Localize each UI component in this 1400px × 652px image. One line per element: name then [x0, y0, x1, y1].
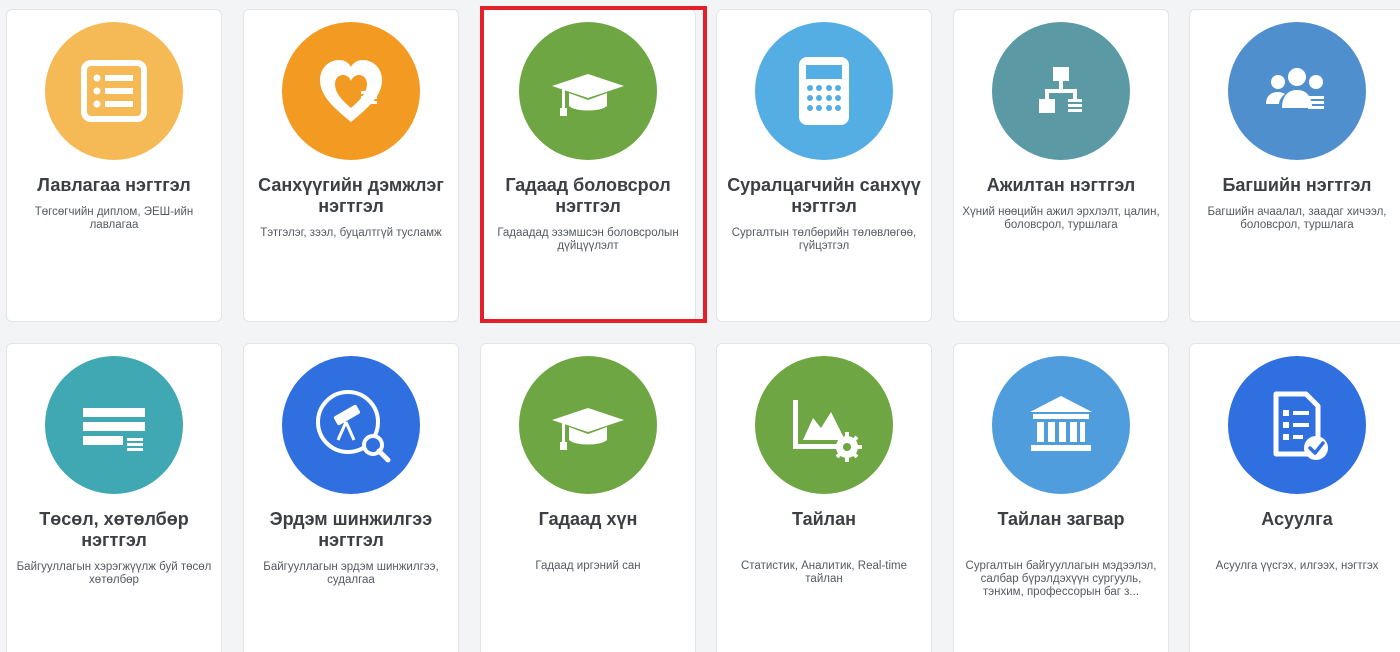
chart-gear-icon: [755, 356, 893, 494]
module-card-tosol[interactable]: Төсөл, хөтөлбөр нэгтгэл Байгууллагын хэр…: [6, 343, 222, 652]
module-description: Асуулга үүсгэх, илгээх, нэгтгэх: [1215, 560, 1379, 572]
module-description: Гадаадад эзэмшсэн боловсролын дүйцүүлэлт: [497, 227, 679, 252]
module-description: Байгууллагын эрдэм шинжилгээ, судалгаа: [263, 561, 439, 586]
institution-building-icon: [992, 356, 1130, 494]
org-chart-icon: [992, 22, 1130, 160]
module-card-bagsh[interactable]: Багшийн нэгтгэл Багшийн ачаалал, заадаг …: [1189, 9, 1400, 322]
module-card-lavlagaa[interactable]: Лавлагаа нэгтгэл Төгсөгчийн диплом, ЭЕШ-…: [6, 9, 222, 322]
module-description: Статистик, Аналитик, Real-time тайлан: [740, 560, 907, 585]
module-description: Байгууллагын хэрэгжүүлж буй төсөл хөтөлб…: [16, 561, 212, 586]
module-title: Тайлан: [792, 509, 856, 529]
calculator-icon: [755, 22, 893, 160]
telescope-search-icon: [282, 356, 420, 494]
module-title: Ажилтан нэгтгэл: [986, 175, 1136, 195]
module-card-tailan[interactable]: Тайлан Статистик, Аналитик, Real-time та…: [716, 343, 932, 652]
module-card-erdem[interactable]: Эрдэм шинжилгээ нэгтгэл Байгууллагын эрд…: [243, 343, 459, 652]
module-description: Сургалтын байгууллагын мэдээлэл, салбар …: [965, 560, 1157, 598]
module-description: Гадаад иргэний сан: [535, 560, 641, 572]
checklist-icon: [1228, 356, 1366, 494]
graduation-cap-icon: [519, 356, 657, 494]
module-card-gadaad-bolovsrol[interactable]: Гадаад боловсрол нэгтгэл Гадаадад эзэмшс…: [480, 9, 696, 322]
people-group-icon: [1228, 22, 1366, 160]
module-card-suralcagch-sankhuu[interactable]: Суралцагчийн санхүү нэгтгэл Сургалтын тө…: [716, 9, 932, 322]
module-card-sankhuu-demjleg[interactable]: Санхүүгийн дэмжлэг нэгтгэл Тэтгэлэг, зээ…: [243, 9, 459, 322]
project-list-icon: [45, 356, 183, 494]
list-icon: [45, 22, 183, 160]
module-title: Тайлан загвар: [997, 509, 1125, 529]
module-description: Тэтгэлэг, зээл, буцалтгүй тусламж: [260, 227, 442, 239]
module-title: Гадаад хүн: [538, 509, 638, 529]
module-card-gadaad-hun[interactable]: Гадаад хүн Гадаад иргэний сан: [480, 343, 696, 652]
module-card-ajiltan[interactable]: Ажилтан нэгтгэл Хүний нөөцийн ажил эрхлэ…: [953, 9, 1169, 322]
module-title: Асуулга: [1261, 509, 1333, 529]
module-title: Суралцагчийн санхүү нэгтгэл: [727, 175, 921, 216]
module-title: Багшийн нэгтгэл: [1222, 175, 1372, 195]
heart-hand-icon: [282, 22, 420, 160]
module-description: Төгсөгчийн диплом, ЭЕШ-ийн лавлагаа: [34, 206, 194, 231]
module-card-asuulga[interactable]: Асуулга Асуулга үүсгэх, илгээх, нэгтгэх: [1189, 343, 1400, 652]
module-title: Санхүүгийн дэмжлэг нэгтгэл: [258, 175, 444, 216]
module-title: Эрдэм шинжилгээ нэгтгэл: [269, 509, 433, 550]
module-title: Төсөл, хөтөлбөр нэгтгэл: [39, 509, 189, 550]
module-card-tailan-zagvar[interactable]: Тайлан загвар Сургалтын байгууллагын мэд…: [953, 343, 1169, 652]
graduation-cap-icon: [519, 22, 657, 160]
module-title: Гадаад боловсрол нэгтгэл: [505, 175, 671, 216]
module-description: Хүний нөөцийн ажил эрхлэлт, цалин, болов…: [962, 206, 1160, 231]
module-description: Багшийн ачаалал, заадаг хичээл, боловсро…: [1207, 206, 1387, 231]
module-description: Сургалтын төлбөрийн төлөвлөгөө, гүйцэтгэ…: [731, 227, 917, 252]
module-grid: Лавлагаа нэгтгэл Төгсөгчийн диплом, ЭЕШ-…: [0, 0, 1400, 652]
module-title: Лавлагаа нэгтгэл: [37, 175, 191, 195]
